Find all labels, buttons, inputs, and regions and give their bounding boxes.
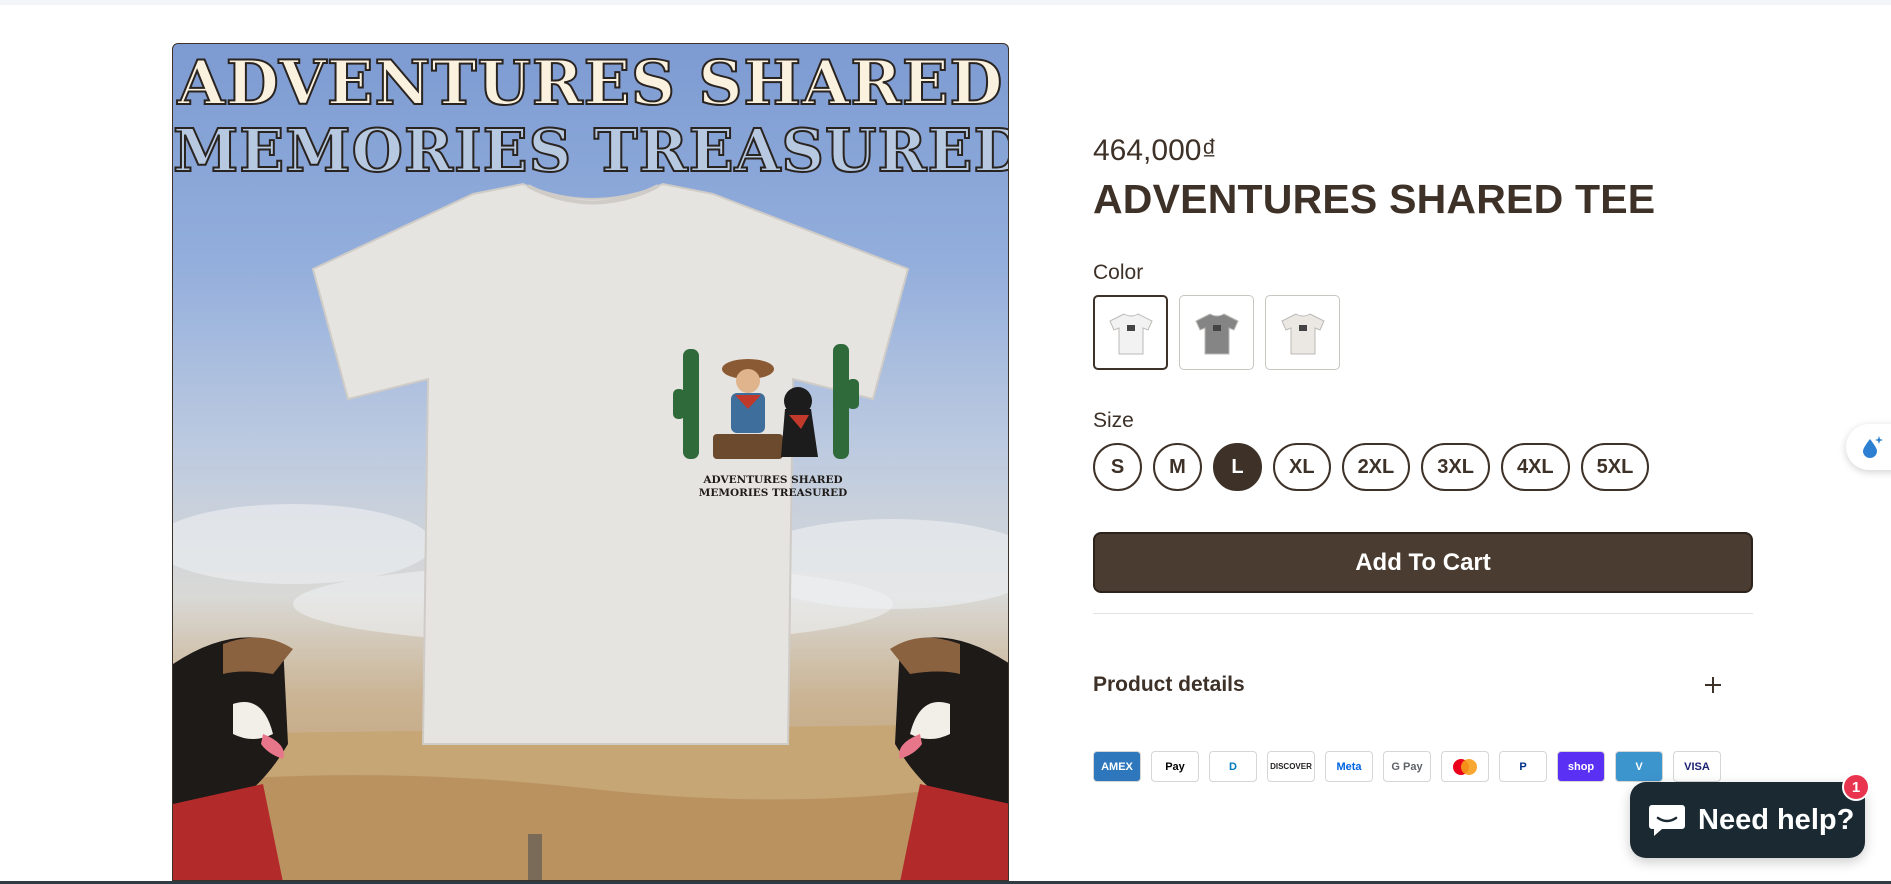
image-headline-line1: ADVENTURES SHARED (177, 47, 1004, 120)
size-options: S M L XL 2XL 3XL 4XL 5XL (1093, 443, 1650, 491)
color-swatch[interactable] (1179, 295, 1254, 370)
payment-methods: AMEX Pay D DISCOVER Meta G Pay Pshop V VISA (1093, 751, 1721, 782)
payment-icon: V (1615, 751, 1663, 782)
tee-print-caption: ADVENTURES SHARED MEMORIES TREASURED (698, 474, 848, 499)
chat-bubble-icon (1649, 805, 1685, 836)
color-option-label: Color (1093, 261, 1144, 284)
payment-icon: G Pay (1383, 751, 1431, 782)
size-option-4xl[interactable]: 4XL (1500, 443, 1570, 491)
payment-icon: AMEX (1093, 751, 1141, 782)
size-option-xl[interactable]: XL (1273, 443, 1331, 491)
side-widget-tab[interactable] (1846, 424, 1891, 470)
need-help-label: Need help? (1698, 803, 1855, 836)
tshirt-thumbnail-icon (1108, 312, 1153, 354)
size-option-5xl[interactable]: 5XL (1580, 443, 1650, 491)
size-option-m[interactable]: M (1153, 443, 1202, 491)
color-swatch[interactable] (1265, 295, 1340, 370)
need-help-chat-button[interactable]: Need help? (1630, 782, 1865, 858)
size-option-s[interactable]: S (1093, 443, 1142, 491)
add-to-cart-button[interactable]: Add To Cart (1093, 532, 1753, 593)
section-divider (1093, 613, 1753, 614)
product-price: 464,000₫ (1093, 134, 1217, 167)
tshirt-thumbnail-icon (1194, 312, 1239, 354)
payment-icon: shop (1557, 751, 1605, 782)
size-option-2xl[interactable]: 2XL (1341, 443, 1411, 491)
tshirt-thumbnail-icon (1280, 312, 1325, 354)
product-details-label: Product details (1093, 673, 1245, 696)
top-rule (0, 0, 1891, 5)
chat-notification-badge: 1 (1842, 773, 1870, 801)
payment-icon: Meta (1325, 751, 1373, 782)
size-option-label: Size (1093, 409, 1134, 432)
size-option-3xl[interactable]: 3XL (1421, 443, 1490, 491)
payment-icon: DISCOVER (1267, 751, 1315, 782)
product-title: ADVENTURES SHARED TEE (1093, 176, 1656, 222)
payment-icon (1441, 751, 1489, 782)
plus-icon[interactable] (1693, 665, 1733, 705)
mastercard-icon (1453, 758, 1477, 775)
image-headline-line2: MEMORIES TREASURED (173, 115, 1009, 186)
color-swatches (1093, 295, 1340, 370)
size-option-l[interactable]: L (1213, 443, 1262, 491)
payment-icon: Pay (1151, 751, 1199, 782)
payment-icon: P (1499, 751, 1547, 782)
payment-icon: D (1209, 751, 1257, 782)
product-details-accordion[interactable]: Product details (1093, 665, 1753, 705)
water-drop-sparkle-icon (1863, 436, 1883, 458)
product-image[interactable]: ADVENTURES SHARED MEMORIES TREASURED ADV… (172, 43, 1009, 881)
payment-icon: VISA (1673, 751, 1721, 782)
color-swatch[interactable] (1093, 295, 1168, 370)
